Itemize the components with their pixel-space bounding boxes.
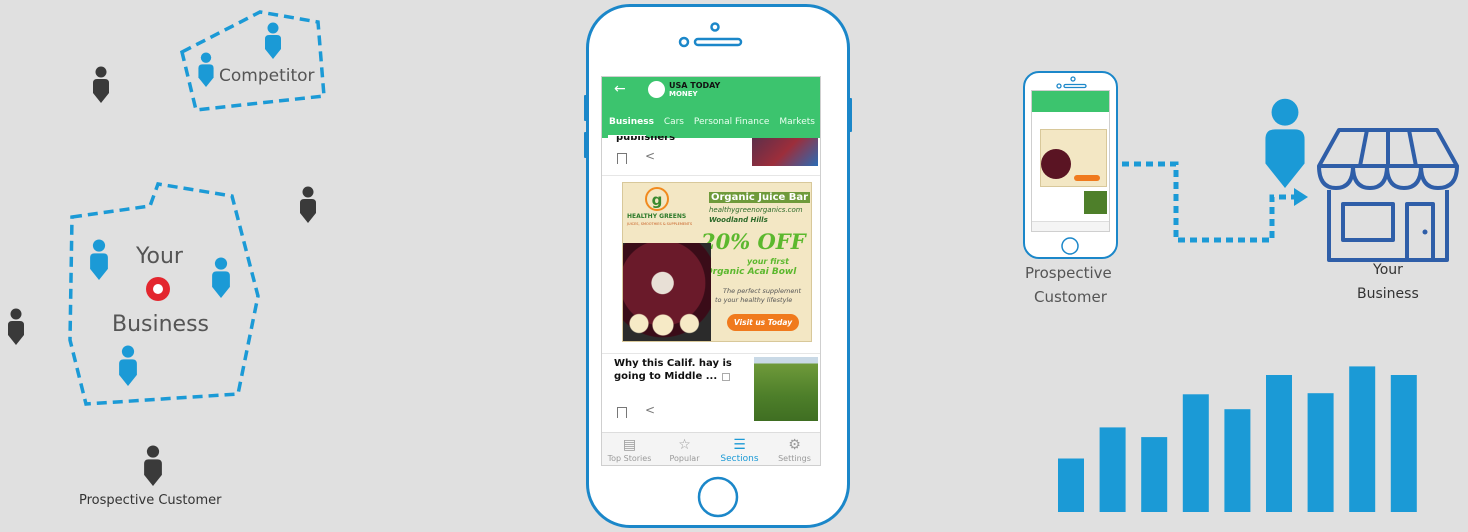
banana-slices bbox=[627, 307, 707, 337]
customer-person-icon bbox=[119, 345, 137, 386]
ad-brand: HEALTHY GREENS bbox=[627, 213, 687, 220]
prospective-customer-person-icon bbox=[144, 445, 162, 486]
small-bottom-nav bbox=[1032, 221, 1109, 231]
competitor-person-icon bbox=[198, 52, 214, 88]
bottom-navigation: ▤ Top Stories ☆ Popular ☰ Sections ⚙ Set… bbox=[602, 432, 820, 465]
customer-person-icon bbox=[265, 22, 281, 59]
your-business-label-line2: Business bbox=[1357, 286, 1419, 302]
divider bbox=[602, 175, 820, 176]
chart-bar-8 bbox=[1349, 366, 1376, 512]
customer-person-icon bbox=[1265, 98, 1305, 188]
nav-label: Popular bbox=[669, 454, 700, 463]
phone-speaker-icon bbox=[678, 22, 743, 48]
tab-personal-finance[interactable]: Personal Finance bbox=[694, 117, 770, 127]
prospective-customer-label-line1: Prospective bbox=[1025, 264, 1112, 282]
app-header: ← USA TODAY MONEY Business Cars Personal… bbox=[602, 77, 820, 138]
google-thumbnail[interactable] bbox=[752, 138, 818, 166]
nav-sections[interactable]: ☰ Sections bbox=[712, 433, 767, 464]
chart-bar-4 bbox=[1182, 394, 1209, 512]
story-headline-line2[interactable]: going to Middle ... bbox=[614, 371, 717, 382]
bookmark-icon[interactable] bbox=[617, 153, 627, 164]
chart-bar-3 bbox=[1141, 437, 1168, 512]
advertisement-banner[interactable]: g HEALTHY GREENS JUICES, SMOOTHIES & SUP… bbox=[622, 182, 812, 342]
ad-title: Organic Juice Bar bbox=[709, 192, 811, 203]
tab-cars[interactable]: Cars bbox=[664, 117, 684, 127]
nav-label: Settings bbox=[778, 454, 811, 463]
share-icon[interactable]: < bbox=[645, 149, 655, 163]
chart-bar-9 bbox=[1390, 375, 1417, 512]
nav-popular[interactable]: ☆ Popular bbox=[657, 433, 712, 463]
location-marker-icon bbox=[146, 277, 170, 301]
ad-discount: 20% OFF bbox=[701, 229, 806, 254]
person-icon bbox=[8, 308, 24, 345]
your-business-label-line1: Your bbox=[136, 244, 183, 269]
brand-line1: USA TODAY bbox=[669, 81, 721, 90]
share-icon[interactable]: < bbox=[645, 403, 655, 417]
person-icon bbox=[93, 66, 109, 103]
storefront-icon bbox=[1317, 128, 1459, 262]
growth-bar-chart bbox=[1058, 366, 1417, 512]
ad-tagline-line2: to your healthy lifestyle bbox=[715, 296, 793, 304]
story-headline-line1[interactable]: Why this Calif. hay is bbox=[614, 358, 732, 369]
partial-headline: publishers bbox=[616, 136, 676, 143]
hay-field-thumbnail[interactable] bbox=[754, 357, 818, 421]
phone-screen: ← USA TODAY MONEY Business Cars Personal… bbox=[601, 76, 821, 466]
ad-offer-line1: your first bbox=[747, 257, 789, 266]
prospective-customer-label-line2: Customer bbox=[1034, 288, 1107, 306]
customer-person-icon bbox=[90, 239, 108, 280]
chart-bar-7 bbox=[1307, 393, 1334, 512]
nav-label: Sections bbox=[720, 454, 759, 464]
gear-icon: ⚙ bbox=[788, 437, 801, 453]
person-icon bbox=[300, 186, 316, 223]
chart-bar-5 bbox=[1224, 409, 1251, 512]
ad-brand-sub: JUICES, SMOOTHIES & SUPPLEMENTS bbox=[627, 222, 693, 226]
divider bbox=[602, 353, 820, 354]
tab-markets[interactable]: Markets bbox=[779, 117, 815, 127]
small-phone-speaker-icon bbox=[1056, 76, 1087, 89]
chart-bar-1 bbox=[1058, 458, 1084, 512]
nav-settings[interactable]: ⚙ Settings bbox=[767, 433, 820, 463]
competitor-label: Competitor bbox=[219, 66, 315, 86]
back-arrow-icon[interactable]: ← bbox=[614, 81, 626, 97]
external-link-icon bbox=[722, 373, 730, 381]
tab-business[interactable]: Business bbox=[609, 117, 654, 127]
customer-person-icon bbox=[212, 257, 230, 298]
nav-label: Top Stories bbox=[607, 454, 652, 463]
small-phone-screen bbox=[1031, 90, 1110, 232]
star-icon: ☆ bbox=[678, 437, 691, 453]
ad-offer-line2: Organic Acai Bowl bbox=[705, 267, 797, 277]
chart-bar-2 bbox=[1099, 427, 1126, 512]
brand-line2: MONEY bbox=[669, 90, 698, 98]
small-cta bbox=[1074, 175, 1100, 181]
your-business-label-line2: Business bbox=[112, 312, 210, 337]
healthy-greens-logo: g bbox=[645, 187, 669, 211]
chart-bar-6 bbox=[1266, 375, 1292, 512]
small-acai-bowl bbox=[1041, 149, 1071, 179]
home-button[interactable] bbox=[695, 474, 741, 520]
usa-today-logo bbox=[648, 81, 665, 98]
list-icon: ☰ bbox=[733, 437, 746, 453]
ad-cta-button[interactable]: Visit us Today bbox=[727, 314, 799, 331]
ad-website: healthygreenorganics.com bbox=[709, 206, 803, 214]
small-hay-thumbnail bbox=[1084, 191, 1107, 214]
prospective-customer-label: Prospective Customer bbox=[79, 493, 222, 508]
your-business-label-line1: Your bbox=[1373, 262, 1403, 278]
section-tabs: Business Cars Personal Finance Markets C… bbox=[602, 117, 820, 135]
ad-tagline-line1: The perfect supplement bbox=[723, 287, 801, 295]
nav-top-stories[interactable]: ▤ Top Stories bbox=[602, 433, 657, 463]
bookmark-icon[interactable] bbox=[617, 407, 627, 418]
newspaper-icon: ▤ bbox=[622, 437, 637, 453]
ad-location: Woodland Hills bbox=[709, 216, 768, 224]
small-app-header bbox=[1032, 91, 1109, 112]
small-home-button bbox=[1061, 237, 1079, 255]
